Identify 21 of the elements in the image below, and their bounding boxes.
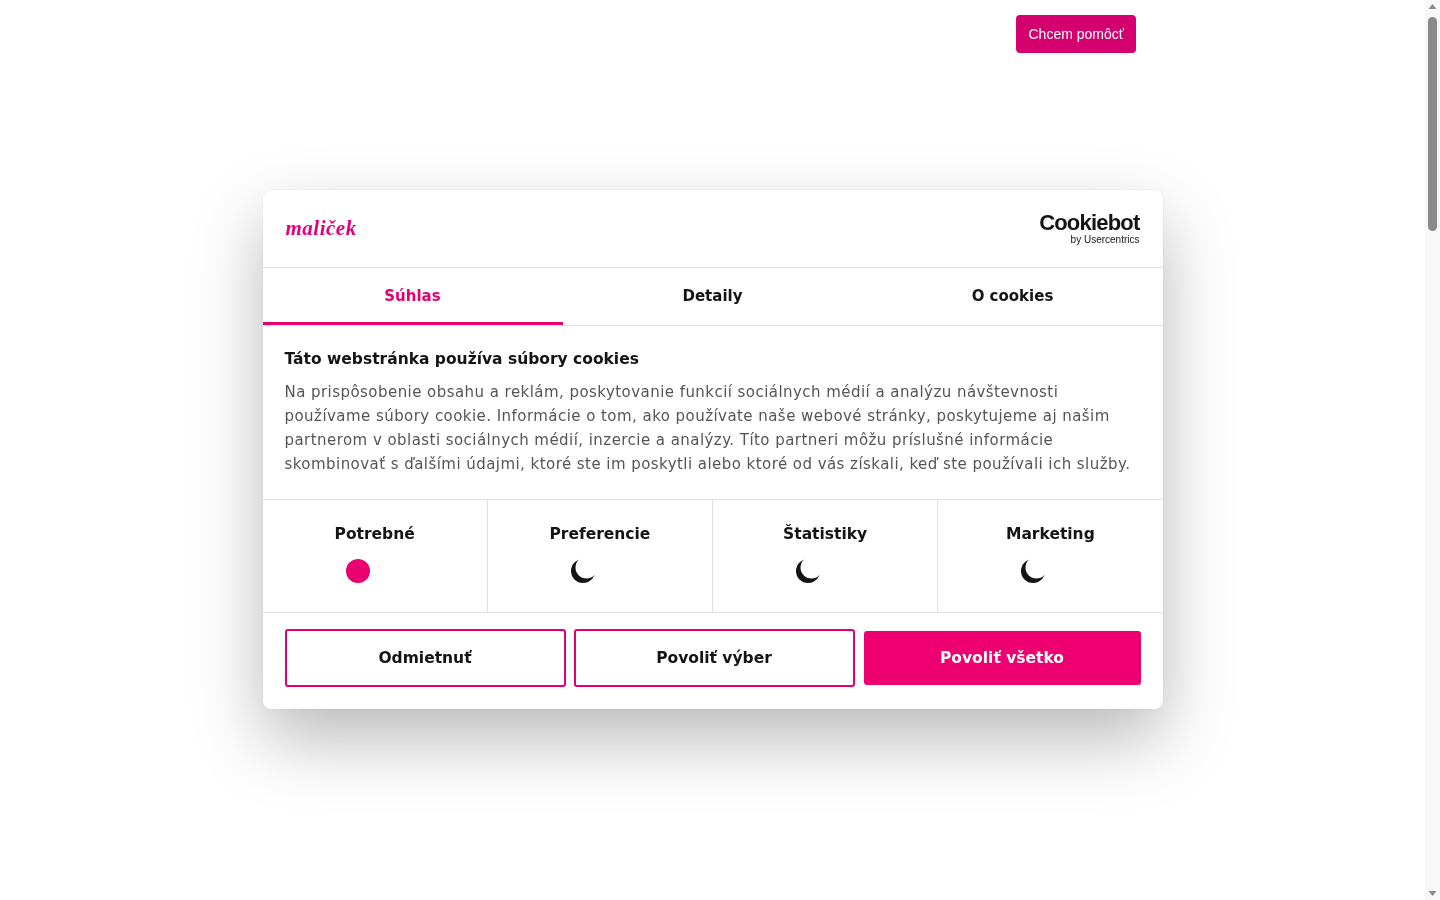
scrollbar[interactable]: [1425, 0, 1440, 900]
tab[interactable]: O cookies: [862, 268, 1163, 325]
logo-tagline: by Usercentrics: [1070, 235, 1140, 245]
category-label: Potrebné: [334, 524, 415, 544]
toggle-crescent-icon[interactable]: [570, 559, 595, 583]
category-label: Marketing: [1005, 524, 1095, 544]
logo-wordmark: Cookiebot: [1039, 212, 1140, 234]
action-button[interactable]: Povoliť výber: [573, 629, 855, 687]
tab[interactable]: Detaily: [562, 268, 863, 325]
description-text: Na prispôsobenie obsahu a reklám, poskytovanie funkcií sociálnych médií a analýzu návštevnosti používame súbory cookie. Informácie o tom, ako používate naše webové stránky, poskytujeme aj našim partnerom v oblasti sociálnych médií, inzercie a analýzy. Títo partneri môžu príslušné informácie skombinovať s ďalšími údajmi, ktoré ste im poskytli alebo ktoré od vás získali, keď ste používali ich služby.: [284, 382, 1132, 475]
action-button[interactable]: Odmietnuť: [284, 629, 566, 687]
help-button[interactable]: Chcem pomôcť: [1016, 15, 1136, 53]
dialog-title: Táto webstránka používa súbory cookies: [284, 349, 640, 370]
site-logo: maliček: [285, 216, 357, 241]
category-label: Štatistiky: [783, 524, 868, 544]
toggle-dot-icon[interactable]: [345, 559, 370, 583]
allow-all-button[interactable]: Povoliť všetko: [863, 631, 1141, 685]
toggle-crescent-icon[interactable]: [1021, 559, 1046, 583]
category-label: Preferencie: [549, 524, 651, 544]
tab[interactable]: Súhlas: [262, 268, 563, 325]
toggle-crescent-icon[interactable]: [796, 559, 821, 583]
